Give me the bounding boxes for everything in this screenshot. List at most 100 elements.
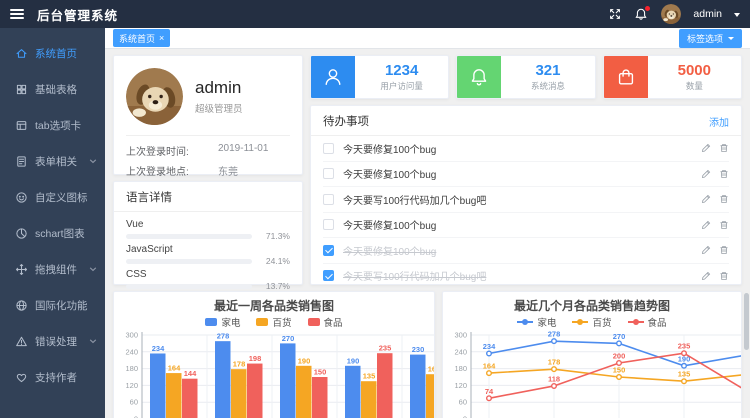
legend-item[interactable]: 百货 <box>572 315 611 329</box>
progress-track <box>126 259 252 264</box>
svg-text:300: 300 <box>454 331 467 340</box>
profile-card: admin 超级管理员 上次登录时间: 2019-11-01 上次登录地点: 东… <box>113 55 303 175</box>
last-login-place-value: 东莞 <box>218 163 238 178</box>
profile-role: 超级管理员 <box>195 101 243 115</box>
sidebar-item[interactable]: 支持作者 <box>0 359 105 395</box>
legend-item[interactable]: 百货 <box>256 315 291 329</box>
edit-icon[interactable] <box>701 245 711 255</box>
todo-checkbox[interactable] <box>323 219 334 230</box>
i18n-icon <box>15 299 28 312</box>
sidebar-item-label: 基础表格 <box>35 82 77 97</box>
tab-options-button[interactable]: 标签选项 <box>679 29 742 48</box>
delete-icon[interactable] <box>719 143 729 153</box>
menu-toggle-icon[interactable] <box>10 6 26 22</box>
sidebar-item[interactable]: 拖拽组件 <box>0 251 105 287</box>
form-icon <box>15 155 28 168</box>
notifications-button[interactable] <box>634 7 649 22</box>
todo-add-button[interactable]: 添加 <box>709 114 729 129</box>
legend-item[interactable]: 食品 <box>308 315 343 329</box>
username[interactable]: admin <box>693 8 722 20</box>
sidebar-item[interactable]: 表单相关 <box>0 143 105 179</box>
sidebar-item-label: 自定义图标 <box>35 190 88 205</box>
svg-text:120: 120 <box>125 381 138 390</box>
todo-text: 今天要写100行代码加几个bug吧 <box>343 192 701 207</box>
svg-text:235: 235 <box>678 342 691 351</box>
close-icon[interactable]: × <box>159 34 164 43</box>
legend-label: 百货 <box>592 315 611 329</box>
progress-track <box>126 234 252 239</box>
delete-icon[interactable] <box>719 194 729 204</box>
legend-item[interactable]: 食品 <box>628 315 667 329</box>
todo-actions <box>701 194 729 204</box>
delete-icon[interactable] <box>719 220 729 230</box>
sidebar-item-label: 支持作者 <box>35 370 77 385</box>
last-login-place-row: 上次登录地点: 东莞 <box>126 163 290 178</box>
last-login-time-label: 上次登录时间: <box>126 143 218 158</box>
svg-text:198: 198 <box>249 354 262 363</box>
svg-text:135: 135 <box>363 372 376 381</box>
svg-text:240: 240 <box>125 347 138 356</box>
admin-dashboard-window: 后台管理系统 admin 系统首页基础表格 tab选项卡表单相关自定义图标 scha… <box>0 0 750 418</box>
legend-item[interactable]: 家电 <box>517 315 556 329</box>
user-menu-caret-icon[interactable] <box>734 13 740 17</box>
svg-text:180: 180 <box>454 364 467 373</box>
header-actions: admin <box>608 4 740 24</box>
edit-icon[interactable] <box>701 169 711 179</box>
svg-text:150: 150 <box>314 368 327 377</box>
svg-text:230: 230 <box>412 345 425 354</box>
last-login-time-value: 2019-11-01 <box>218 143 268 158</box>
sidebar-item[interactable]: 国际化功能 <box>0 287 105 323</box>
svg-text:164: 164 <box>168 364 181 373</box>
language-progress-row: CSS13.7% <box>126 269 290 291</box>
sidebar-item[interactable]: schart图表 <box>0 215 105 251</box>
sidebar-item-label: 表单相关 <box>35 154 77 169</box>
todo-item: 今天要修复100个bug <box>323 136 729 162</box>
sidebar-item[interactable]: 错误处理 <box>0 323 105 359</box>
svg-text:150: 150 <box>613 366 626 375</box>
sidebar-item[interactable]: tab选项卡 <box>0 107 105 143</box>
edit-icon[interactable] <box>701 271 711 281</box>
delete-icon[interactable] <box>719 169 729 179</box>
bar-chart-card: 最近一周各品类销售图 家电百货食品 060120180240300周一周二周三周… <box>113 291 435 418</box>
svg-text:118: 118 <box>548 374 560 383</box>
edit-icon[interactable] <box>701 194 711 204</box>
delete-icon[interactable] <box>719 271 729 281</box>
scrollbar-thumb[interactable] <box>744 293 749 350</box>
legend-label: 家电 <box>537 315 556 329</box>
todo-checkbox[interactable] <box>323 194 334 205</box>
sidebar-item[interactable]: 基础表格 <box>0 71 105 107</box>
avatar[interactable] <box>661 4 681 24</box>
todo-checkbox[interactable] <box>323 245 334 256</box>
chevron-down-icon <box>728 37 734 40</box>
todo-item: 今天要修复100个bug <box>323 162 729 188</box>
app-title: 后台管理系统 <box>37 5 118 24</box>
language-progress-row: JavaScript24.1% <box>126 244 290 266</box>
edit-icon[interactable] <box>701 220 711 230</box>
legend-item[interactable]: 家电 <box>205 315 240 329</box>
chevron-down-icon <box>89 337 97 345</box>
chart-icon <box>15 227 28 240</box>
todo-actions <box>701 143 729 153</box>
profile-name: admin <box>195 78 243 98</box>
languages-card-title: 语言详情 <box>114 182 302 212</box>
todo-text: 今天要修复100个bug <box>343 141 701 156</box>
todo-checkbox[interactable] <box>323 143 334 154</box>
sidebar-item[interactable]: 系统首页 <box>0 35 105 71</box>
tab-options-label: 标签选项 <box>687 32 723 45</box>
todo-text: 今天要修复100个bug <box>343 217 701 232</box>
todo-text: 今天要写100行代码加几个bug吧 <box>343 268 701 283</box>
todo-checkbox[interactable] <box>323 270 334 281</box>
todo-checkbox[interactable] <box>323 168 334 179</box>
line-chart-plot: 0601201802403001月2月3月4月5月234278270190230… <box>443 328 742 418</box>
svg-text:190: 190 <box>347 356 360 365</box>
svg-text:235: 235 <box>379 344 392 353</box>
tab-system-home[interactable]: 系统首页 × <box>113 29 170 47</box>
main-area: 系统首页 × 标签选项 admin 超级管理员 <box>105 28 750 418</box>
progress-track <box>126 284 252 289</box>
fullscreen-icon[interactable] <box>608 7 622 21</box>
delete-icon[interactable] <box>719 245 729 255</box>
edit-icon[interactable] <box>701 143 711 153</box>
svg-text:234: 234 <box>152 344 165 353</box>
sidebar-item[interactable]: 自定义图标 <box>0 179 105 215</box>
svg-text:178: 178 <box>233 360 246 369</box>
